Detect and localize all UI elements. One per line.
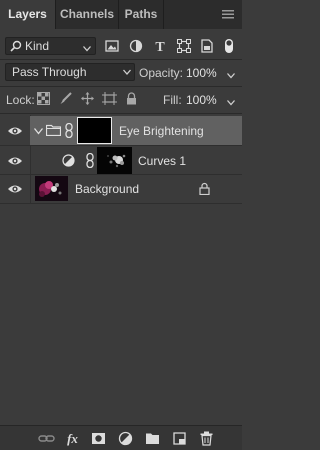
shape-filter-icon[interactable]	[175, 37, 193, 55]
divider	[0, 59, 242, 60]
divider	[0, 113, 242, 114]
smart-object-filter-icon[interactable]	[198, 37, 216, 55]
layer-row-group[interactable]: Eye Brightening	[0, 116, 242, 145]
opacity-value[interactable]: 100%	[186, 66, 217, 80]
adjustment-layer-icon	[62, 154, 75, 170]
blend-mode-dropdown[interactable]: Pass Through	[5, 63, 135, 81]
layer-style-fx-icon[interactable]: fx	[65, 431, 80, 446]
layer-mask-thumbnail[interactable]	[77, 117, 112, 144]
add-mask-icon[interactable]	[91, 431, 106, 446]
chevron-down-icon	[123, 64, 131, 84]
blend-mode-value: Pass Through	[12, 65, 87, 79]
eye-icon[interactable]	[7, 155, 23, 167]
image-filter-icon[interactable]	[103, 37, 121, 55]
new-group-icon[interactable]	[145, 431, 160, 446]
chevron-down-icon[interactable]	[33, 126, 44, 138]
lock-all-icon[interactable]	[125, 92, 138, 105]
panel-menu-icon[interactable]	[222, 10, 234, 19]
link-layers-icon[interactable]	[38, 431, 55, 446]
layers-bottom-toolbar: fx	[0, 425, 242, 450]
mask-link-icon[interactable]	[86, 152, 94, 171]
lock-position-icon[interactable]	[81, 92, 94, 105]
lock-artboard-icon[interactable]	[102, 92, 117, 105]
svg-text:T: T	[155, 40, 165, 55]
tab-paths[interactable]: Paths	[119, 0, 163, 29]
new-adjustment-layer-icon[interactable]	[118, 431, 133, 446]
lock-icon	[199, 182, 210, 198]
tab-layers[interactable]: Layers	[0, 0, 55, 29]
filter-kind-dropdown[interactable]: Kind	[5, 37, 96, 55]
layer-name: Curves 1	[138, 154, 187, 168]
fill-value[interactable]: 100%	[186, 93, 217, 107]
filter-toggle[interactable]	[222, 37, 236, 55]
chevron-down-icon[interactable]	[227, 70, 235, 82]
lock-transparent-icon[interactable]	[37, 92, 50, 105]
layer-name: Background	[75, 182, 140, 196]
folder-icon	[45, 124, 62, 139]
search-icon	[10, 40, 22, 55]
layer-row-adjustment[interactable]: Curves 1	[0, 146, 242, 175]
layer-mask-thumbnail[interactable]	[97, 147, 132, 174]
chevron-down-icon[interactable]	[227, 97, 235, 109]
divider	[0, 203, 242, 204]
opacity-label: Opacity:	[139, 66, 184, 80]
svg-text:fx: fx	[67, 431, 78, 446]
delete-layer-icon[interactable]	[199, 431, 214, 446]
layer-row-background[interactable]: Background	[0, 175, 242, 204]
type-filter-icon[interactable]: T	[151, 37, 169, 55]
tab-divider	[163, 0, 164, 29]
chevron-down-icon	[83, 43, 91, 55]
adjustment-filter-icon[interactable]	[127, 37, 145, 55]
lock-image-icon[interactable]	[59, 92, 72, 105]
layer-name: Eye Brightening	[119, 124, 204, 138]
eye-icon[interactable]	[7, 125, 23, 137]
divider	[0, 86, 242, 87]
lock-label: Lock:	[6, 93, 35, 107]
filter-kind-label: Kind	[25, 39, 50, 53]
new-layer-icon[interactable]	[172, 431, 187, 446]
eye-icon[interactable]	[7, 183, 23, 195]
mask-link-icon[interactable]	[65, 122, 73, 141]
panel-tab-bar: Layers Channels Paths	[0, 0, 242, 29]
layer-thumbnail[interactable]	[35, 176, 68, 201]
tab-channels[interactable]: Channels	[56, 0, 118, 29]
fill-label: Fill:	[163, 93, 182, 107]
